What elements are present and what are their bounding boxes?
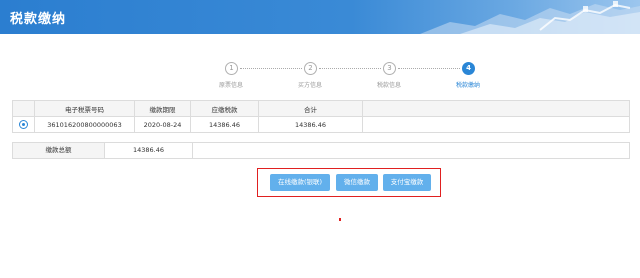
payment-actions: 在线缴款(银联) 微信缴款 支付宝缴款 xyxy=(257,168,441,197)
payment-total-row: 缴款总额 14386.46 xyxy=(12,142,630,159)
empty-column-header xyxy=(362,100,630,117)
wechat-pay-button[interactable]: 微信缴款 xyxy=(336,174,378,191)
table-row[interactable]: 361016200800000063 2020-08-24 14386.46 1… xyxy=(12,116,630,133)
subtotal-cell: 14386.46 xyxy=(258,116,363,133)
alipay-button[interactable]: 支付宝缴款 xyxy=(383,174,431,191)
due-date-cell: 2020-08-24 xyxy=(134,116,191,133)
row-radio-button[interactable] xyxy=(19,120,28,129)
tax-table: 电子税票号码 缴款期限 应缴税款 合计 361016200800000063 2… xyxy=(12,100,630,133)
step-1-circle: 1 xyxy=(225,62,238,75)
cursor-mark xyxy=(339,218,341,221)
table-header-row: 电子税票号码 缴款期限 应缴税款 合计 xyxy=(12,100,630,117)
app-header: 税款缴纳 xyxy=(0,0,640,34)
step-2-circle: 2 xyxy=(304,62,317,75)
step-connector xyxy=(240,68,302,69)
column-header: 电子税票号码 xyxy=(34,100,135,117)
step-4-label: 税款缴纳 xyxy=(455,82,480,89)
tax-due-cell: 14386.46 xyxy=(190,116,259,133)
step-3-label: 税款信息 xyxy=(376,82,401,89)
total-value: 14386.46 xyxy=(105,143,193,158)
progress-stepper: 1 2 3 4 原票信息 买方信息 税款信息 税款缴纳 xyxy=(200,62,490,92)
step-2-label: 买方信息 xyxy=(297,82,322,89)
row-select-cell[interactable] xyxy=(12,116,35,133)
step-4-circle: 4 xyxy=(462,62,475,75)
step-1-label: 原票信息 xyxy=(218,82,243,89)
column-header: 合计 xyxy=(258,100,363,117)
ticket-number-cell: 361016200800000063 xyxy=(34,116,135,133)
total-label: 缴款总额 xyxy=(13,143,105,158)
page-title: 税款缴纳 xyxy=(10,12,67,27)
column-header: 缴款期限 xyxy=(134,100,191,117)
step-3-circle: 3 xyxy=(383,62,396,75)
empty-cell xyxy=(362,116,630,133)
step-connector xyxy=(398,68,460,69)
great-wall-illustration xyxy=(420,1,640,34)
step-connector xyxy=(319,68,381,69)
select-column-header xyxy=(12,100,35,117)
column-header: 应缴税款 xyxy=(190,100,259,117)
online-unionpay-button[interactable]: 在线缴款(银联) xyxy=(270,174,330,191)
